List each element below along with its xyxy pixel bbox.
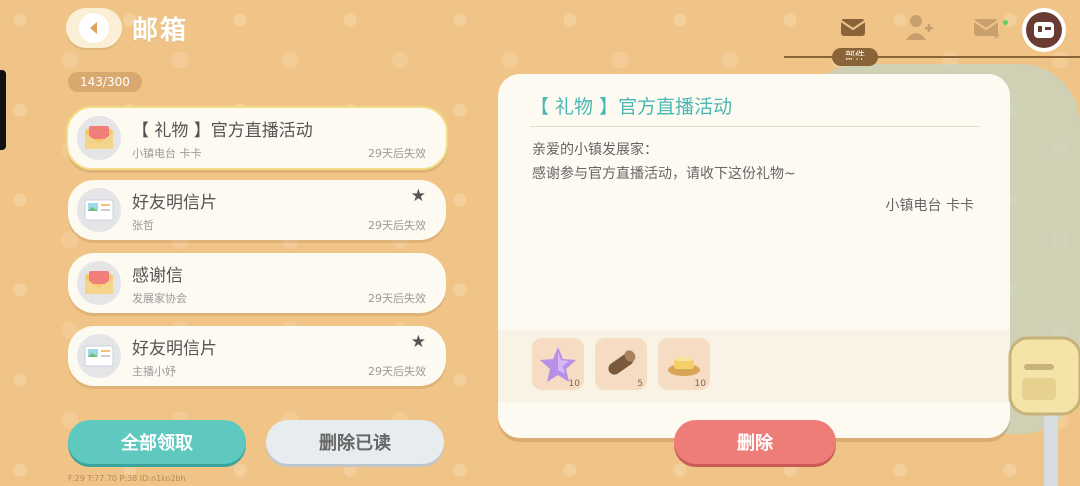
mail-item-expiry: 29天后失效	[368, 292, 426, 305]
friend-mail-icon[interactable]: ★	[972, 12, 1002, 42]
mail-item-sender: 主播小妤	[132, 365, 176, 378]
star-icon	[540, 347, 576, 382]
mail-signature: 小镇电台 卡卡	[885, 198, 974, 214]
reward-item[interactable]: 10	[658, 338, 710, 390]
mail-item[interactable]: 【 礼物 】官方直播活动 小镇电台 卡卡 29天后失效	[66, 106, 448, 170]
mail-item-expiry: 29天后失效	[368, 365, 426, 378]
mail-item[interactable]: 感谢信 发展家协会 29天后失效	[68, 253, 446, 313]
mail-greeting: 亲爱的小镇发展家：	[532, 142, 658, 158]
avatar[interactable]	[1022, 8, 1066, 52]
claim-all-button[interactable]: 全部领取	[68, 420, 246, 464]
svg-text:★: ★	[992, 31, 1001, 42]
postcard-icon	[77, 334, 121, 378]
notification-dot	[1003, 20, 1008, 25]
mailbox-icon	[1008, 336, 1080, 486]
reward-quantity: 10	[568, 379, 580, 389]
reward-item[interactable]: 10	[532, 338, 584, 390]
mail-item-sender: 张哲	[132, 219, 154, 232]
tab-underline	[784, 56, 1080, 58]
mail-detail-panel: 【 礼物 】官方直播活动 亲爱的小镇发展家： 感谢参与官方直播活动，请收下这份礼…	[498, 74, 1010, 438]
mail-item-sender: 发展家协会	[132, 292, 187, 305]
back-button[interactable]	[66, 8, 122, 48]
star-icon[interactable]: ★	[411, 186, 426, 206]
reward-item[interactable]: 5	[595, 338, 647, 390]
mail-count-badge: 143/300	[68, 72, 142, 92]
bread-icon	[668, 357, 700, 376]
mail-item[interactable]: 好友明信片 主播小妤 ★ 29天后失效	[68, 326, 446, 386]
mail-item-expiry: 29天后失效	[368, 219, 426, 232]
wood-log-icon	[608, 350, 636, 375]
postcard-icon	[77, 188, 121, 232]
delete-button[interactable]: 删除	[674, 420, 836, 464]
mail-item-title: 好友明信片	[132, 339, 217, 359]
divider	[530, 126, 980, 127]
envelope-icon	[77, 261, 121, 305]
star-icon[interactable]: ★	[411, 332, 426, 352]
profile-icon	[1026, 12, 1062, 48]
delete-read-button[interactable]: 删除已读	[266, 420, 444, 464]
back-icon	[79, 13, 109, 43]
reward-quantity: 5	[637, 379, 643, 389]
mail-item-sender: 小镇电台 卡卡	[132, 147, 202, 160]
screen-edge	[0, 70, 6, 150]
mail-item[interactable]: 好友明信片 张哲 ★ 29天后失效	[68, 180, 446, 240]
mail-item-title: 【 礼物 】官方直播活动	[132, 121, 313, 141]
envelope-icon	[77, 116, 121, 160]
mail-item-title: 好友明信片	[132, 193, 217, 213]
mail-item-title: 感谢信	[132, 266, 183, 286]
page-title: 邮箱	[132, 16, 189, 46]
mail-tab-icon[interactable]	[838, 12, 868, 42]
add-friend-icon[interactable]	[904, 12, 934, 42]
mail-body: 感谢参与官方直播活动，请收下这份礼物~	[532, 166, 796, 182]
mail-detail-title: 【 礼物 】官方直播活动	[530, 96, 733, 118]
mail-item-expiry: 29天后失效	[368, 147, 426, 160]
debug-info: F:29 T:77.70 P:38 ID:n1ko2bh	[68, 474, 186, 483]
reward-quantity: 10	[694, 379, 706, 389]
